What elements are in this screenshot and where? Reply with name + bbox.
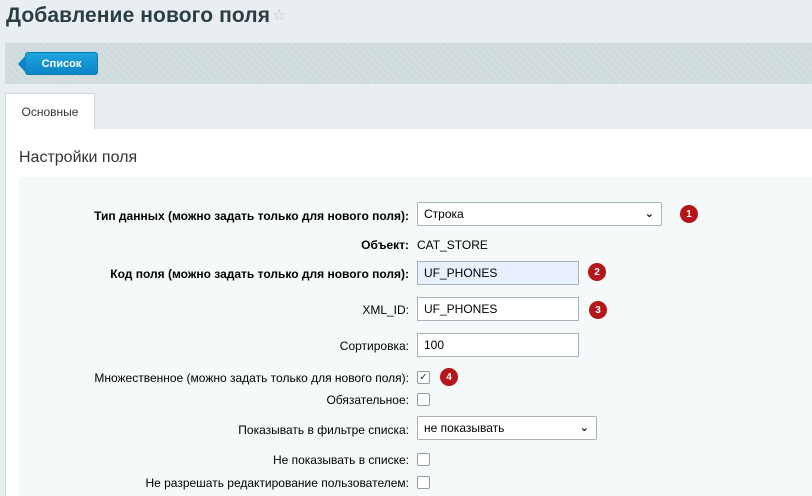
hide-in-list-checkbox[interactable]: [417, 453, 430, 466]
field-code-label: Код поля (можно задать только для нового…: [110, 267, 409, 281]
mandatory-label: Обязательное:: [326, 393, 409, 407]
checkmark-icon: ✓: [419, 371, 428, 383]
mandatory-checkbox[interactable]: [417, 393, 430, 406]
field-settings-form: Тип данных (можно задать только для ново…: [19, 177, 812, 496]
no-user-edit-label: Не разрешать редактирование пользователе…: [145, 476, 409, 490]
data-type-value: Строка: [424, 207, 464, 221]
data-type-label: Тип данных (можно задать только для ново…: [94, 209, 409, 223]
xml-id-input[interactable]: UF_PHONES: [417, 297, 579, 321]
show-filter-label: Показывать в фильтре списка:: [238, 423, 409, 437]
sort-label: Сортировка:: [339, 339, 409, 353]
chevron-down-icon: ⌄: [644, 208, 654, 220]
no-user-edit-checkbox[interactable]: [417, 476, 430, 489]
show-filter-value: не показывать: [424, 421, 505, 435]
data-type-select[interactable]: Строка ⌄: [417, 202, 662, 226]
sort-input[interactable]: 100: [417, 333, 579, 357]
section-title: Настройки поля: [19, 149, 138, 166]
xml-id-value: UF_PHONES: [424, 302, 498, 316]
field-code-input[interactable]: UF_PHONES: [417, 261, 579, 285]
toolbar: Список: [5, 42, 812, 84]
multiple-label: Множественное (можно задать только для н…: [94, 371, 409, 385]
marker-4: 4: [440, 368, 458, 386]
hide-in-list-label: Не показывать в списке:: [272, 453, 409, 467]
object-label: Объект:: [361, 238, 409, 252]
star-icon[interactable]: ☆: [272, 8, 286, 24]
chevron-down-icon: ⌄: [579, 422, 589, 434]
sort-value: 100: [424, 338, 445, 352]
object-value: CAT_STORE: [417, 238, 488, 252]
multiple-checkbox[interactable]: ✓: [417, 371, 430, 384]
show-filter-select[interactable]: не показывать ⌄: [417, 416, 597, 440]
field-code-value: UF_PHONES: [424, 266, 498, 280]
tab-main[interactable]: Основные: [5, 93, 95, 130]
marker-2: 2: [588, 263, 606, 281]
marker-1: 1: [680, 205, 698, 223]
settings-panel: Настройки поля Тип данных (можно задать …: [5, 129, 812, 496]
marker-3: 3: [589, 301, 607, 319]
page-title: Добавление нового поля: [6, 4, 271, 27]
list-button[interactable]: Список: [18, 52, 98, 75]
tabs-bar: Основные: [5, 84, 812, 130]
xml-id-label: XML_ID:: [362, 303, 409, 317]
